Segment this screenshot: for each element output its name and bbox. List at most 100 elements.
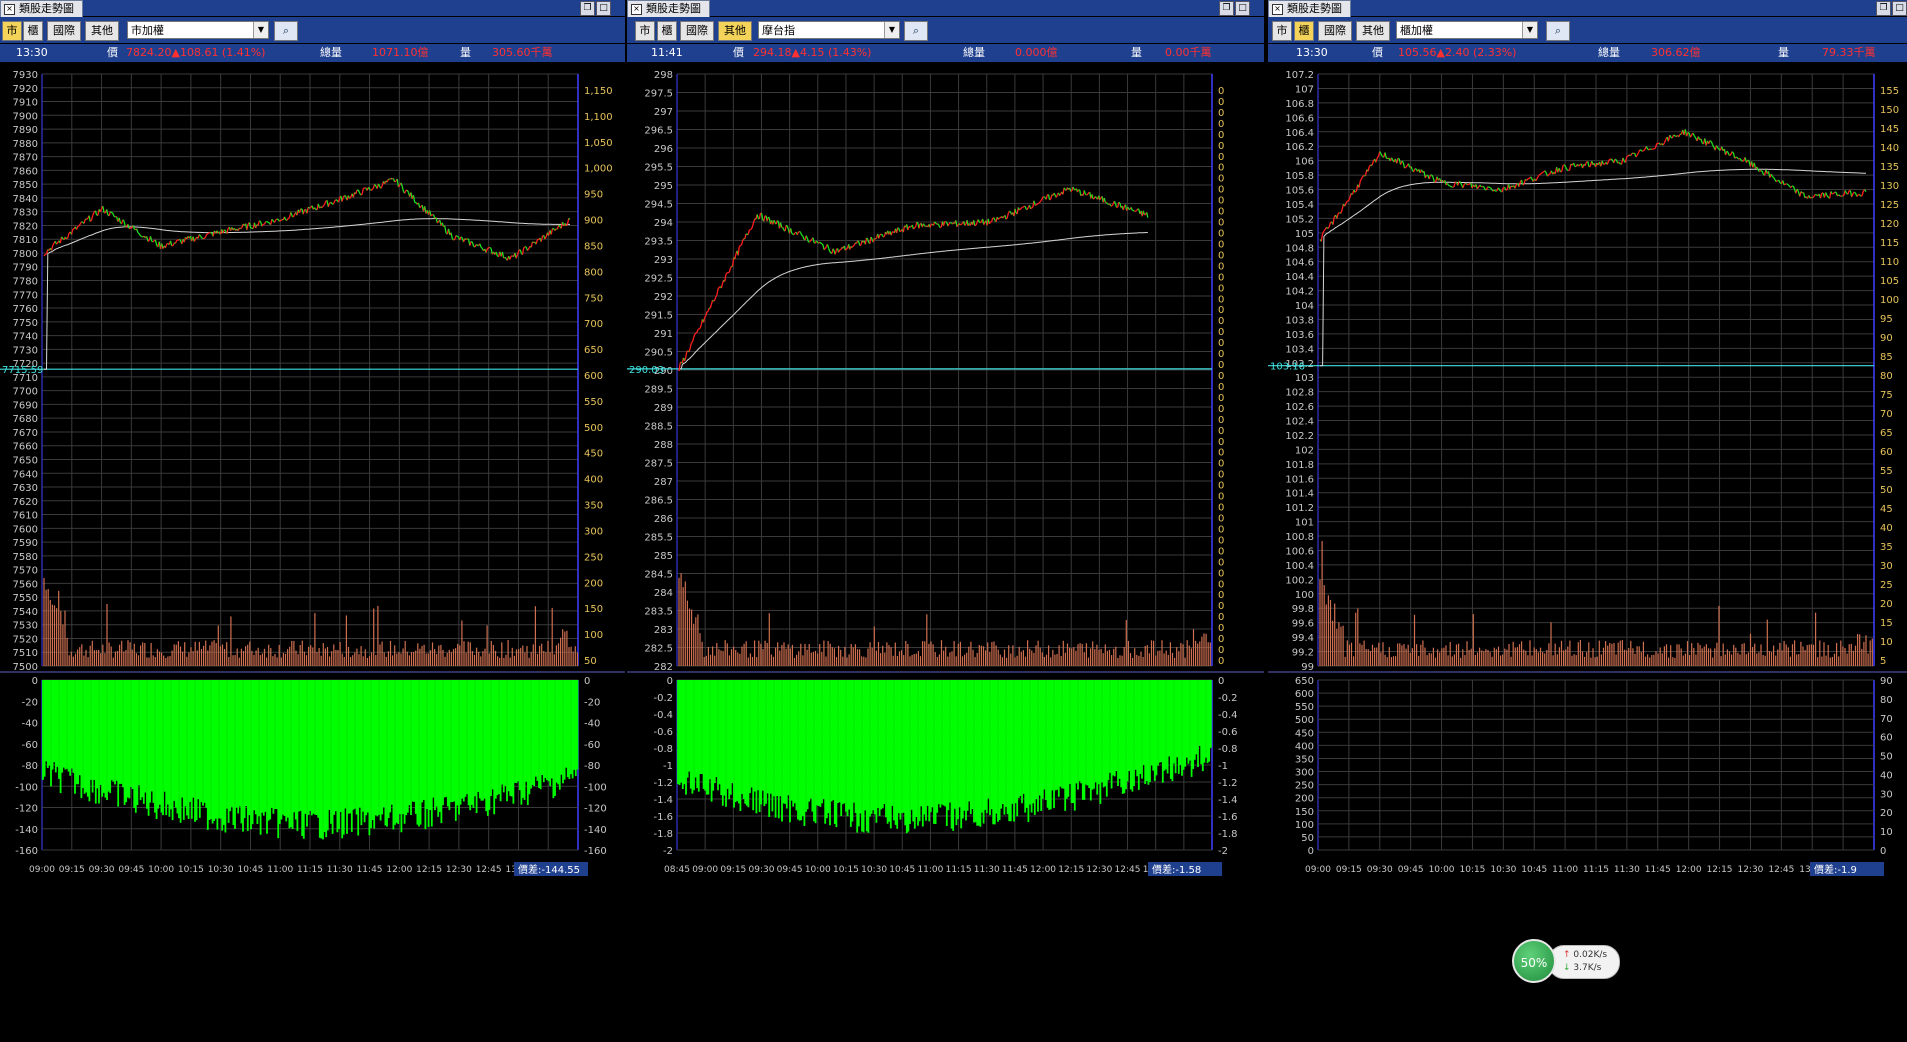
- restore-button[interactable]: ❐: [1876, 1, 1891, 16]
- y-tick-label: 283.5: [644, 607, 673, 618]
- volume-tick-label: 85: [1880, 352, 1893, 363]
- price-segment: [360, 193, 363, 196]
- price-segment: [1636, 152, 1640, 156]
- intl-button[interactable]: 國際: [1318, 21, 1352, 41]
- volume-tick-label: 0: [1218, 437, 1224, 448]
- diff-right-tick-label: -100: [584, 782, 607, 793]
- zoom-button[interactable]: ⌕: [274, 21, 298, 41]
- price-segment: [1535, 178, 1538, 182]
- y-tick-label: 104.4: [1285, 272, 1314, 283]
- price-segment: [1772, 176, 1774, 179]
- time-tick-label: 11:30: [327, 865, 353, 875]
- price-segment: [846, 247, 848, 250]
- price-segment: [535, 239, 539, 245]
- intl-button[interactable]: 國際: [680, 21, 714, 41]
- price-segment: [280, 219, 283, 222]
- price-segment: [302, 209, 306, 215]
- price-segment: [263, 221, 267, 225]
- y-tick-label: 107: [1295, 84, 1314, 95]
- price-segment: [734, 254, 737, 260]
- price-segment: [695, 331, 698, 334]
- panel-1: × 類股走勢圖 ❐ □ 市 櫃 國際 其他 市加權 ▼ ⌕ 13:30 價 7824…: [0, 0, 625, 1042]
- window-tab[interactable]: × 類股走勢圖: [1268, 0, 1351, 17]
- diff-right-tick-label: -20: [584, 697, 600, 708]
- y-tick-label: 293: [654, 255, 673, 266]
- index-select[interactable]: 市加權 ▼: [127, 21, 269, 39]
- volume-tick-label: 0: [1218, 546, 1224, 557]
- price-segment: [806, 238, 810, 243]
- intl-button[interactable]: 國際: [47, 21, 81, 41]
- restore-button[interactable]: ❐: [1219, 1, 1234, 16]
- window-tab[interactable]: × 類股走勢圖: [627, 0, 710, 17]
- zoom-button[interactable]: ⌕: [904, 21, 928, 41]
- restore-button[interactable]: ❐: [580, 1, 595, 16]
- time-tick-label: 10:00: [1429, 865, 1455, 875]
- price-segment: [1812, 195, 1815, 199]
- volume-tick-label: 0: [1218, 393, 1224, 404]
- diff-right-tick-label: -120: [584, 804, 607, 815]
- zoom-button[interactable]: ⌕: [1546, 21, 1570, 41]
- time-tick-label: 12:15: [1707, 865, 1733, 875]
- usage-gauge: 50%: [1512, 939, 1556, 983]
- price-segment: [267, 221, 270, 224]
- y-tick-label: 294.5: [644, 200, 673, 211]
- index-select[interactable]: 摩台指 ▼: [758, 21, 900, 39]
- y-tick-label: 101.8: [1285, 460, 1314, 471]
- other-button[interactable]: 其他: [718, 21, 752, 41]
- volume-tick-label: 0: [1218, 612, 1224, 623]
- otc-button[interactable]: 櫃: [1294, 21, 1314, 41]
- price-segment: [127, 224, 130, 229]
- close-icon[interactable]: ×: [4, 4, 15, 15]
- market-button[interactable]: 市: [635, 21, 655, 41]
- info-price-label: 價: [1372, 46, 1383, 59]
- volume-tick-label: 200: [584, 578, 603, 589]
- price-segment: [1359, 178, 1363, 182]
- market-button[interactable]: 市: [2, 21, 22, 41]
- chevron-down-icon[interactable]: ▼: [253, 22, 268, 38]
- y-tick-label: 7870: [13, 153, 38, 164]
- y-tick-label: 103: [1295, 373, 1314, 384]
- index-select[interactable]: 櫃加權 ▼: [1396, 21, 1538, 39]
- y-tick-label: 7650: [13, 455, 38, 466]
- network-speed-widget[interactable]: ↑ 0.02K/s ↓ 3.7K/s 50%: [1512, 937, 1620, 985]
- otc-button[interactable]: 櫃: [657, 21, 677, 41]
- maximize-button[interactable]: □: [596, 1, 611, 16]
- close-icon[interactable]: ×: [631, 4, 642, 15]
- price-segment: [207, 232, 210, 235]
- window-tab[interactable]: × 類股走勢圖: [0, 0, 83, 17]
- y-tick-label: 283: [654, 625, 673, 636]
- chevron-down-icon[interactable]: ▼: [1522, 22, 1537, 38]
- maximize-button[interactable]: □: [1235, 1, 1250, 16]
- diff-right-tick-label: -1.6: [1218, 812, 1238, 823]
- price-segment: [204, 233, 208, 238]
- close-icon[interactable]: ×: [1272, 4, 1283, 15]
- reference-price-label: 103.16: [1270, 362, 1305, 373]
- other-button[interactable]: 其他: [85, 21, 119, 41]
- time-tick-label: 11:15: [946, 865, 972, 875]
- otc-button[interactable]: 櫃: [23, 21, 43, 41]
- price-segment: [1530, 176, 1533, 180]
- chevron-down-icon[interactable]: ▼: [884, 22, 899, 38]
- maximize-button[interactable]: □: [1892, 1, 1907, 16]
- magnifier-icon: ⌕: [282, 24, 290, 37]
- info-total-vol-label: 總量: [963, 46, 985, 59]
- price-segment: [852, 244, 855, 247]
- volume-tick-label: 950: [584, 190, 603, 201]
- price-segment: [1006, 213, 1009, 219]
- time-tick-label: 10:15: [833, 865, 859, 875]
- price-segment: [154, 239, 158, 246]
- volume-tick-label: 0: [1218, 590, 1224, 601]
- price-segment: [1729, 154, 1732, 157]
- diff-tick-label: -20: [22, 697, 38, 708]
- price-segment: [201, 237, 204, 240]
- price-segment: [1790, 185, 1793, 189]
- price-segment: [1345, 200, 1348, 204]
- other-button[interactable]: 其他: [1356, 21, 1390, 41]
- price-segment: [327, 203, 331, 208]
- market-button[interactable]: 市: [1272, 21, 1292, 41]
- volume-tick-label: 700: [584, 319, 603, 330]
- volume-tick-label: 0: [1218, 283, 1224, 294]
- price-segment: [819, 241, 822, 244]
- price-segment: [479, 243, 482, 248]
- price-segment: [740, 240, 744, 246]
